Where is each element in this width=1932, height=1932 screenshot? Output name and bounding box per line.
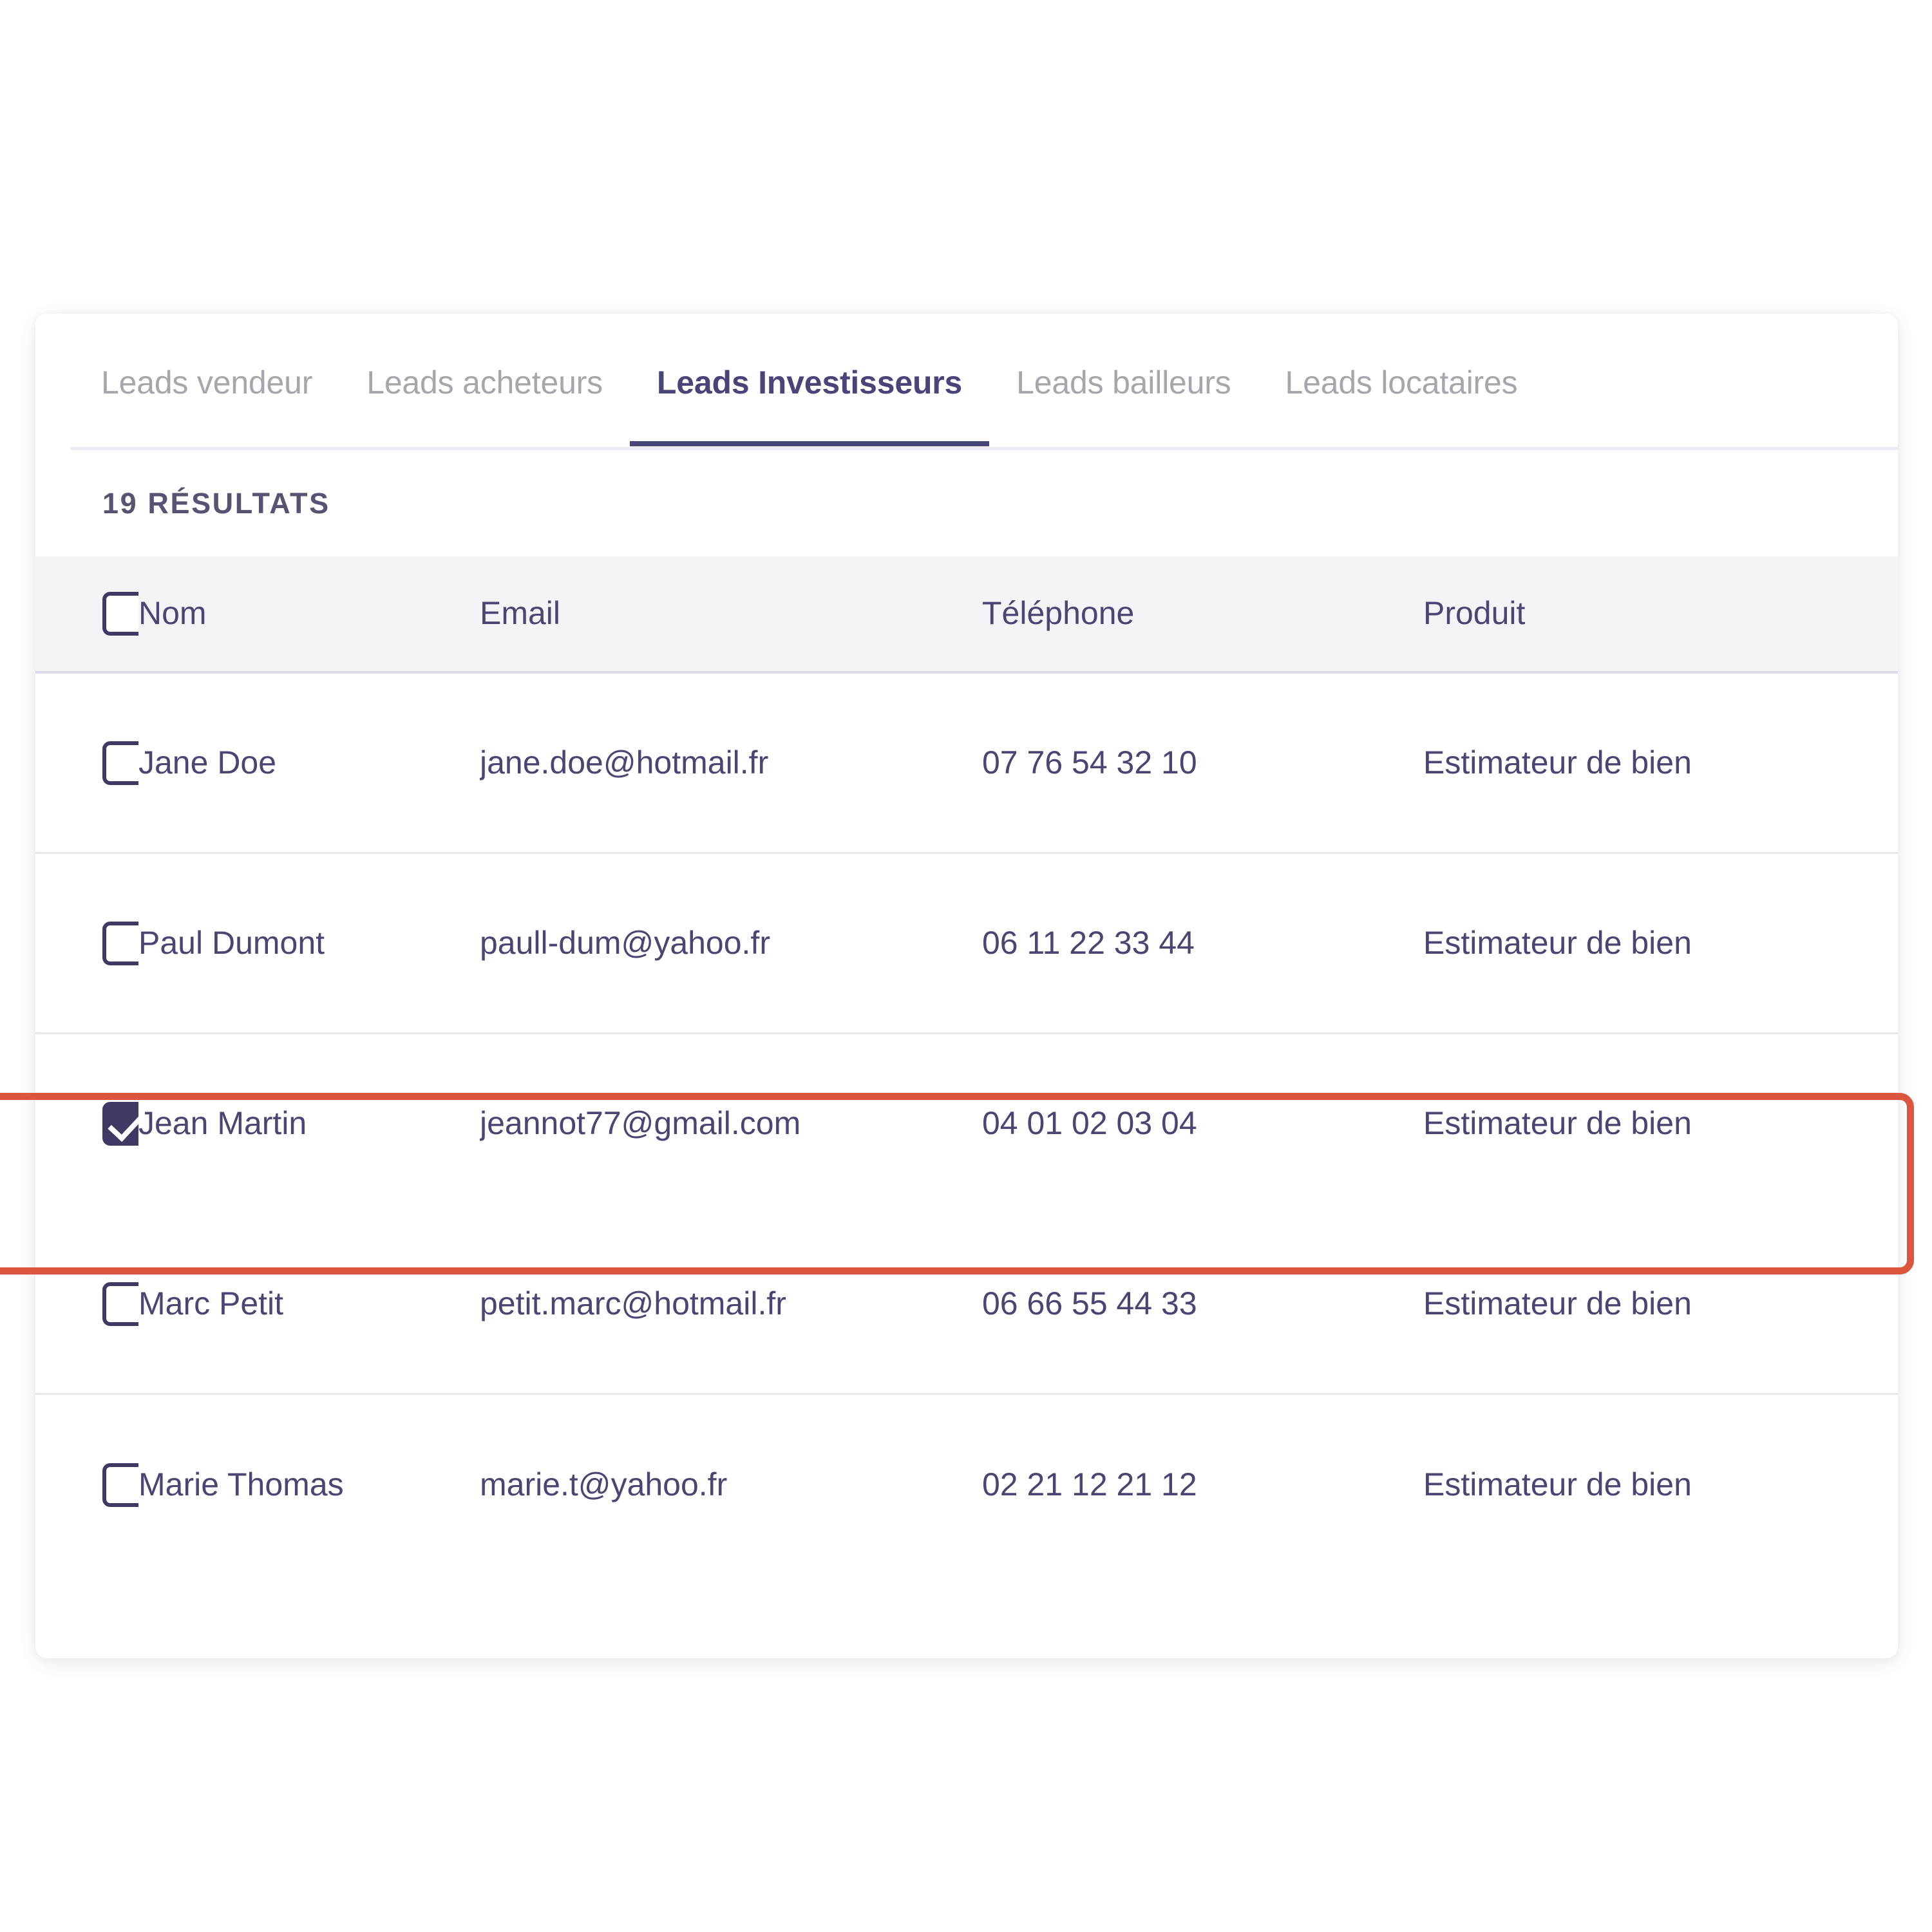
row-checkbox[interactable] — [102, 741, 138, 785]
table-row[interactable]: Marc Petit petit.marc@hotmail.fr 06 66 5… — [35, 1215, 1898, 1395]
cell-produit: Estimateur de bien — [1423, 1285, 1692, 1321]
table-row[interactable]: Jane Doe jane.doe@hotmail.fr 07 76 54 32… — [35, 674, 1898, 854]
cell-nom: Jean Martin — [138, 1104, 307, 1141]
table-header-row: Nom Email Téléphone Produit — [35, 556, 1898, 671]
cell-telephone: 07 76 54 32 10 — [982, 744, 1197, 781]
cell-produit: Estimateur de bien — [1423, 1104, 1692, 1141]
row-select-cell — [35, 921, 138, 965]
leads-table: Nom Email Téléphone Produit Jane Doe jan… — [35, 556, 1898, 1575]
table-row[interactable]: Marie Thomas marie.t@yahoo.fr 02 21 12 2… — [35, 1395, 1898, 1575]
column-header-nom[interactable]: Nom — [138, 595, 480, 632]
row-select-cell — [35, 1282, 138, 1326]
row-checkbox[interactable] — [102, 1282, 138, 1326]
tab-bar-underline — [71, 447, 1898, 450]
cell-email: jeannot77@gmail.com — [480, 1104, 801, 1141]
row-select-cell — [35, 1101, 138, 1146]
tab-leads-bailleurs[interactable]: Leads bailleurs — [989, 317, 1258, 446]
cell-produit: Estimateur de bien — [1423, 744, 1692, 781]
row-checkbox[interactable] — [102, 1463, 138, 1507]
column-header-email[interactable]: Email — [480, 595, 982, 632]
cell-email: jane.doe@hotmail.fr — [480, 744, 769, 781]
row-select-cell — [35, 741, 138, 785]
results-count-label: 19 RÉSULTATS — [102, 486, 330, 520]
screenshot-root: Leads vendeur Leads acheteurs Leads Inve… — [0, 0, 1932, 1932]
table-header: Nom Email Téléphone Produit — [35, 556, 1898, 674]
tab-leads-acheteurs[interactable]: Leads acheteurs — [339, 317, 630, 446]
tab-leads-locataires[interactable]: Leads locataires — [1258, 317, 1545, 446]
table-row-selected[interactable]: Jean Martin jeannot77@gmail.com 04 01 02… — [35, 1034, 1898, 1215]
cell-email: marie.t@yahoo.fr — [480, 1466, 728, 1503]
cell-telephone: 02 21 12 21 12 — [982, 1466, 1197, 1503]
table-row[interactable]: Paul Dumont paull-dum@yahoo.fr 06 11 22 … — [35, 854, 1898, 1034]
cell-email: paull-dum@yahoo.fr — [480, 924, 770, 961]
cell-telephone: 06 66 55 44 33 — [982, 1285, 1197, 1321]
cell-telephone: 04 01 02 03 04 — [982, 1104, 1197, 1141]
select-all-checkbox[interactable] — [102, 592, 138, 636]
column-header-telephone[interactable]: Téléphone — [982, 595, 1423, 632]
cell-nom: Paul Dumont — [138, 924, 325, 961]
cell-nom: Jane Doe — [138, 744, 277, 781]
row-select-cell — [35, 1463, 138, 1507]
row-checkbox-checked[interactable] — [102, 1101, 138, 1146]
tab-leads-investisseurs[interactable]: Leads Investisseurs — [629, 317, 990, 446]
tab-leads-vendeur[interactable]: Leads vendeur — [74, 317, 339, 446]
tab-bar: Leads vendeur Leads acheteurs Leads Inve… — [35, 314, 1898, 450]
cell-produit: Estimateur de bien — [1423, 924, 1692, 961]
column-header-produit[interactable]: Produit — [1423, 595, 1898, 632]
cell-nom: Marc Petit — [138, 1285, 284, 1321]
cell-email: petit.marc@hotmail.fr — [480, 1285, 786, 1321]
cell-nom: Marie Thomas — [138, 1466, 344, 1503]
cell-produit: Estimateur de bien — [1423, 1466, 1692, 1503]
leads-card: Leads vendeur Leads acheteurs Leads Inve… — [35, 314, 1898, 1658]
row-checkbox[interactable] — [102, 921, 138, 965]
cell-telephone: 06 11 22 33 44 — [982, 924, 1195, 961]
table-body: Jane Doe jane.doe@hotmail.fr 07 76 54 32… — [35, 674, 1898, 1575]
select-all-cell — [35, 592, 138, 636]
results-summary: 19 RÉSULTATS — [35, 450, 1898, 556]
